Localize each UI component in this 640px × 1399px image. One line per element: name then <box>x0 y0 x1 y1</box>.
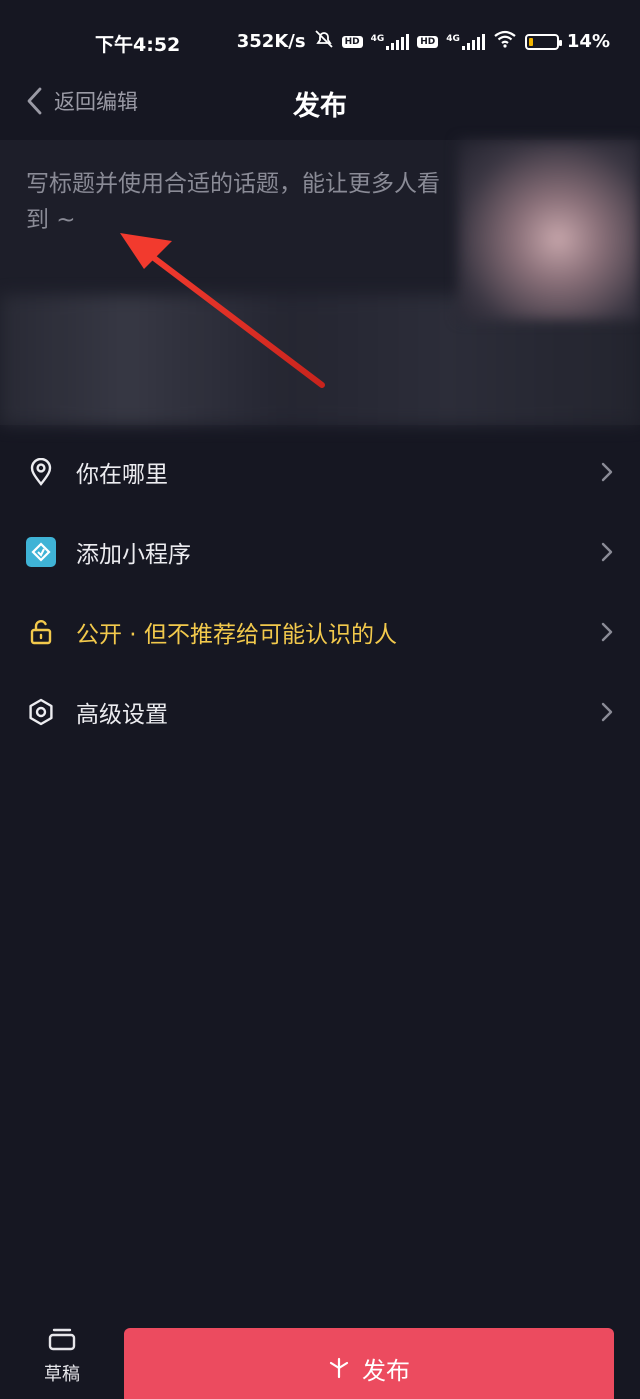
location-pin-icon <box>26 457 56 487</box>
hexagon-settings-icon <box>26 697 56 727</box>
publish-label: 发布 <box>362 1356 410 1385</box>
publish-screen: 下午4:52 352K/s HD 4G HD 4G 14% 返回编辑 发布 写标… <box>0 0 640 1399</box>
status-bar: 下午4:52 352K/s HD 4G HD 4G 14% <box>0 0 640 88</box>
mini-program-label: 添加小程序 <box>76 542 191 568</box>
advanced-settings-row[interactable]: 高级设置 <box>0 672 640 752</box>
advanced-settings-label: 高级设置 <box>76 702 168 728</box>
draft-box-icon <box>48 1328 76 1351</box>
status-time: 下午4:52 <box>95 34 181 56</box>
bottom-action-bar: 草稿 发布 <box>0 1310 640 1399</box>
mute-icon <box>314 30 334 53</box>
location-label: 你在哪里 <box>76 462 168 488</box>
network-speed: 352K/s <box>236 31 306 52</box>
chevron-right-icon <box>601 542 613 562</box>
annotation-arrow-icon <box>120 233 325 388</box>
chevron-right-icon <box>601 462 613 482</box>
publish-button[interactable]: 发布 <box>124 1328 614 1399</box>
signal-icon-1: 4G <box>371 33 410 50</box>
draft-label: 草稿 <box>44 1364 80 1385</box>
visibility-row[interactable]: 公开 · 但不推荐给可能认识的人 <box>0 592 640 672</box>
hd-badge-2: HD <box>417 35 439 48</box>
chevron-right-icon <box>601 702 613 722</box>
sparkle-icon <box>329 1357 349 1379</box>
settings-menu: 你在哪里 添加小程序 公开 · 但不推荐给可能认识的人 高级设置 <box>0 432 640 752</box>
status-indicators: 352K/s HD 4G HD 4G 14% <box>237 30 610 53</box>
video-cover-thumbnail[interactable] <box>458 140 640 320</box>
header: 返回编辑 发布 <box>0 76 640 130</box>
chevron-right-icon <box>601 622 613 642</box>
hd-badge-1: HD <box>341 35 363 48</box>
signal-icon-2: 4G <box>446 33 485 50</box>
mini-program-row[interactable]: 添加小程序 <box>0 512 640 592</box>
location-row[interactable]: 你在哪里 <box>0 432 640 512</box>
page-title: 发布 <box>293 91 347 122</box>
battery-percent: 14% <box>566 31 610 52</box>
wifi-icon <box>493 30 517 53</box>
battery-icon <box>524 33 562 50</box>
visibility-label: 公开 · 但不推荐给可能认识的人 <box>76 622 397 648</box>
draft-button[interactable]: 草稿 <box>28 1326 96 1386</box>
mini-program-icon <box>26 537 56 567</box>
unlock-icon <box>26 617 56 647</box>
